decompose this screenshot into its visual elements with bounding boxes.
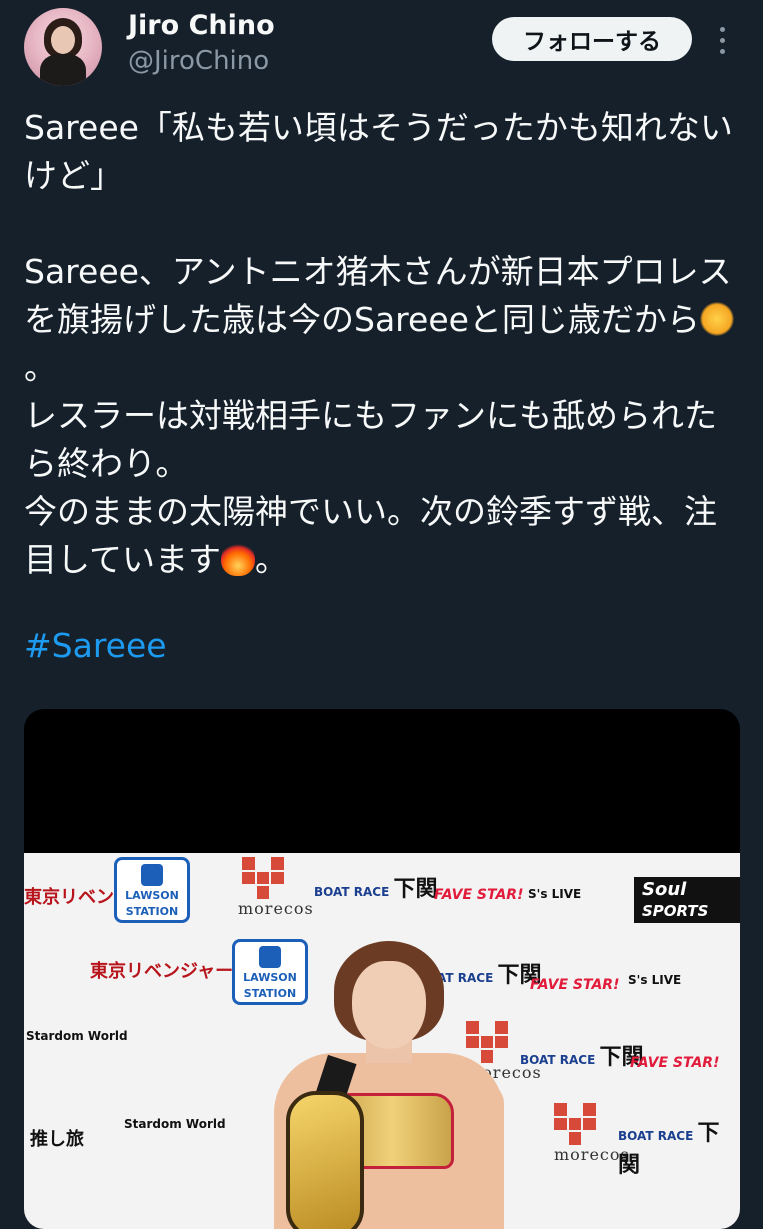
stardom-world-logo: Stardom World — [26, 1029, 128, 1043]
follow-button[interactable]: フォローする — [492, 17, 692, 61]
fave-star-logo: FAVE STAR! — [434, 887, 524, 903]
media-photo[interactable]: 東京リベンジャーズ LAWSON STATION morecos BOAT RA… — [24, 853, 740, 1229]
tweet-header: Jiro Chino @JiroChino フォローする — [0, 0, 763, 100]
author-name[interactable]: Jiro Chino — [128, 10, 275, 41]
more-options-icon[interactable] — [714, 24, 730, 60]
tweet-media[interactable]: 東京リベンジャーズ LAWSON STATION morecos BOAT RA… — [24, 709, 740, 1229]
stardom-world-logo-2: Stardom World — [124, 1117, 226, 1131]
fave-star-logo-3: FAVE STAR! — [630, 1055, 720, 1071]
hashtag-link[interactable]: #Sareee — [24, 626, 167, 665]
championship-belt — [286, 1091, 364, 1229]
tweet-line-2-end: 。 — [24, 348, 57, 387]
oshi-tabi-logo: 推し旅 — [30, 1129, 84, 1150]
fave-star-logo-2: FAVE STAR! — [530, 977, 620, 993]
tokyo-revengers-logo-2: 東京リベンジャーズ — [90, 961, 251, 982]
sun-emoji — [699, 302, 734, 336]
fire-emoji — [221, 542, 256, 576]
boat-race-logo: BOAT RACE 下関 — [314, 877, 438, 902]
avatar[interactable] — [24, 8, 102, 86]
boat-race-logo-4: BOAT RACE 下関 — [618, 1121, 720, 1178]
ss-live-logo-2: S's LIVE — [628, 973, 682, 987]
lawson-logo-2: LAWSON STATION — [232, 939, 308, 1005]
avatar-face — [51, 26, 75, 54]
avatar-body — [40, 54, 86, 86]
tweet-paragraph-4: 今のままの太陽神でいい。次の鈴季すず戦、注目しています。 — [24, 488, 739, 584]
morecos-logo: morecos — [238, 857, 314, 918]
tweet-line-3: レスラーは対戦相手にもファンにも舐められたら終わり。 — [24, 396, 717, 483]
tweet-text: Sareee「私も若い頃はそうだったかも知れないけど」 Sareee、アントニオ… — [24, 104, 739, 584]
tweet-line-4-end: 。 — [255, 540, 289, 579]
boat-race-logo-3: BOAT RACE 下関 — [520, 1045, 644, 1070]
tweet-line-2: Sareee、アントニオ猪木さんが新日本プロレスを旗揚げした歳は今のSareee… — [24, 252, 732, 339]
tweet-paragraph-2: Sareee、アントニオ猪木さんが新日本プロレスを旗揚げした歳は今のSareee… — [24, 248, 739, 392]
soul-sports-logo: Soul SPORTS — [634, 877, 740, 923]
tweet-line-1: Sareee「私も若い頃はそうだったかも知れないけど」 — [24, 108, 733, 195]
tweet-line-4: 今のままの太陽神でいい。次の鈴季すず戦、注目しています — [24, 492, 717, 579]
ss-live-logo: S's LIVE — [528, 887, 582, 901]
author-handle[interactable]: @JiroChino — [128, 46, 269, 76]
lawson-logo: LAWSON STATION — [114, 857, 190, 923]
